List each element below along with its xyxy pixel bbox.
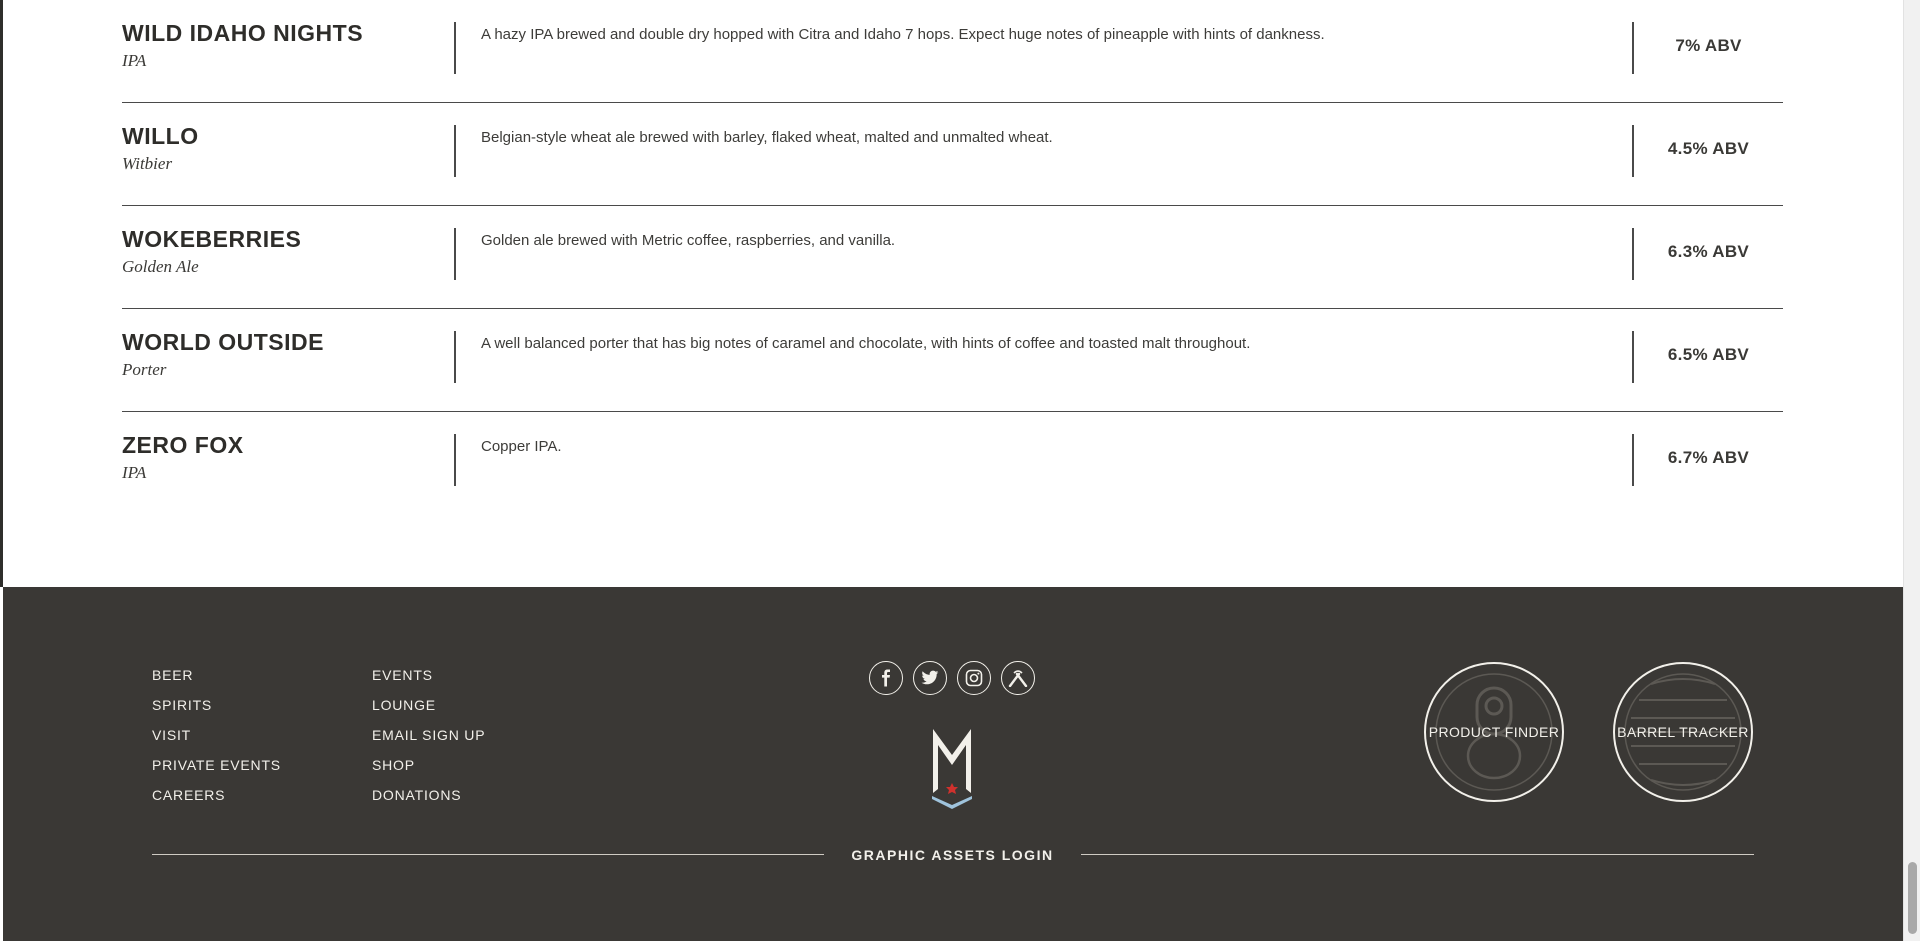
page-scrollbar[interactable] [1903,0,1920,941]
product-finder-button[interactable]: PRODUCT FINDER [1424,662,1564,802]
beer-style: Porter [122,360,167,379]
beer-name: WORLD OUTSIDE [122,329,324,355]
untappd-icon[interactable] [1001,661,1035,695]
row-divider [454,125,456,177]
footer-nav-primary: BEER SPIRITS VISIT PRIVATE EVENTS CAREER… [152,667,281,817]
beer-list: WILD IDAHO NIGHTS IPA A hazy IPA brewed … [122,0,1783,515]
footer-divider [152,854,824,855]
beer-abv: 6.3% ABV [1667,242,1750,261]
beer-style: Golden Ale [122,257,199,276]
beer-row: WOKEBERRIES Golden Ale Golden ale brewed… [122,206,1783,309]
footer-link-donations[interactable]: DONATIONS [372,787,485,817]
beer-name: ZERO FOX [122,432,244,458]
footer-link-lounge[interactable]: LOUNGE [372,697,485,727]
graphic-assets-login-link[interactable]: GRAPHIC ASSETS LOGIN [824,847,1081,863]
product-finder-label: PRODUCT FINDER [1428,724,1560,740]
row-divider [454,331,456,383]
beer-description: A well balanced porter that has big note… [481,335,1251,352]
barrel-tracker-label: BARREL TRACKER [1617,724,1749,740]
scrollbar-thumb[interactable] [1908,862,1917,934]
beer-name: WILLO [122,123,199,149]
footer-divider [1081,854,1754,855]
beer-row: WILLO Witbier Belgian-style wheat ale br… [122,103,1783,206]
row-divider [454,434,456,486]
beer-style: IPA [122,51,147,70]
facebook-icon[interactable] [869,661,903,695]
beer-name: WILD IDAHO NIGHTS [122,20,364,46]
row-divider [454,228,456,280]
beer-abv: 6.5% ABV [1667,345,1750,364]
beer-abv: 4.5% ABV [1667,139,1750,158]
beer-description: Belgian-style wheat ale brewed with barl… [481,129,1053,146]
beer-style: IPA [122,463,147,482]
beer-name: WOKEBERRIES [122,226,302,252]
barrel-tracker-button[interactable]: BARREL TRACKER [1613,662,1753,802]
beer-description: A hazy IPA brewed and double dry hopped … [481,26,1325,43]
beer-style: Witbier [122,154,173,173]
beer-abv: 6.7% ABV [1667,448,1750,467]
beer-row: ZERO FOX IPA Copper IPA. 6.7% ABV [122,412,1783,515]
site-footer: BEER SPIRITS VISIT PRIVATE EVENTS CAREER… [3,587,1904,941]
beer-description: Golden ale brewed with Metric coffee, ra… [481,232,896,249]
beer-row: WORLD OUTSIDE Porter A well balanced por… [122,309,1783,412]
footer-link-events[interactable]: EVENTS [372,667,485,697]
footer-link-careers[interactable]: CAREERS [152,787,281,817]
beer-description: Copper IPA. [481,438,562,455]
footer-link-private-events[interactable]: PRIVATE EVENTS [152,757,281,787]
footer-link-beer[interactable]: BEER [152,667,281,697]
twitter-icon[interactable] [913,661,947,695]
footer-link-shop[interactable]: SHOP [372,757,485,787]
beer-abv: 7% ABV [1675,36,1742,55]
page-frame-edge [0,0,3,587]
footer-link-spirits[interactable]: SPIRITS [152,697,281,727]
beer-row: WILD IDAHO NIGHTS IPA A hazy IPA brewed … [122,0,1783,103]
footer-link-visit[interactable]: VISIT [152,727,281,757]
footer-link-email-sign-up[interactable]: EMAIL SIGN UP [372,727,485,757]
footer-nav-secondary: EVENTS LOUNGE EMAIL SIGN UP SHOP DONATIO… [372,667,485,817]
social-links [869,661,1035,695]
instagram-icon[interactable] [957,661,991,695]
metropolitan-logo[interactable] [930,725,974,809]
row-divider [454,22,456,74]
